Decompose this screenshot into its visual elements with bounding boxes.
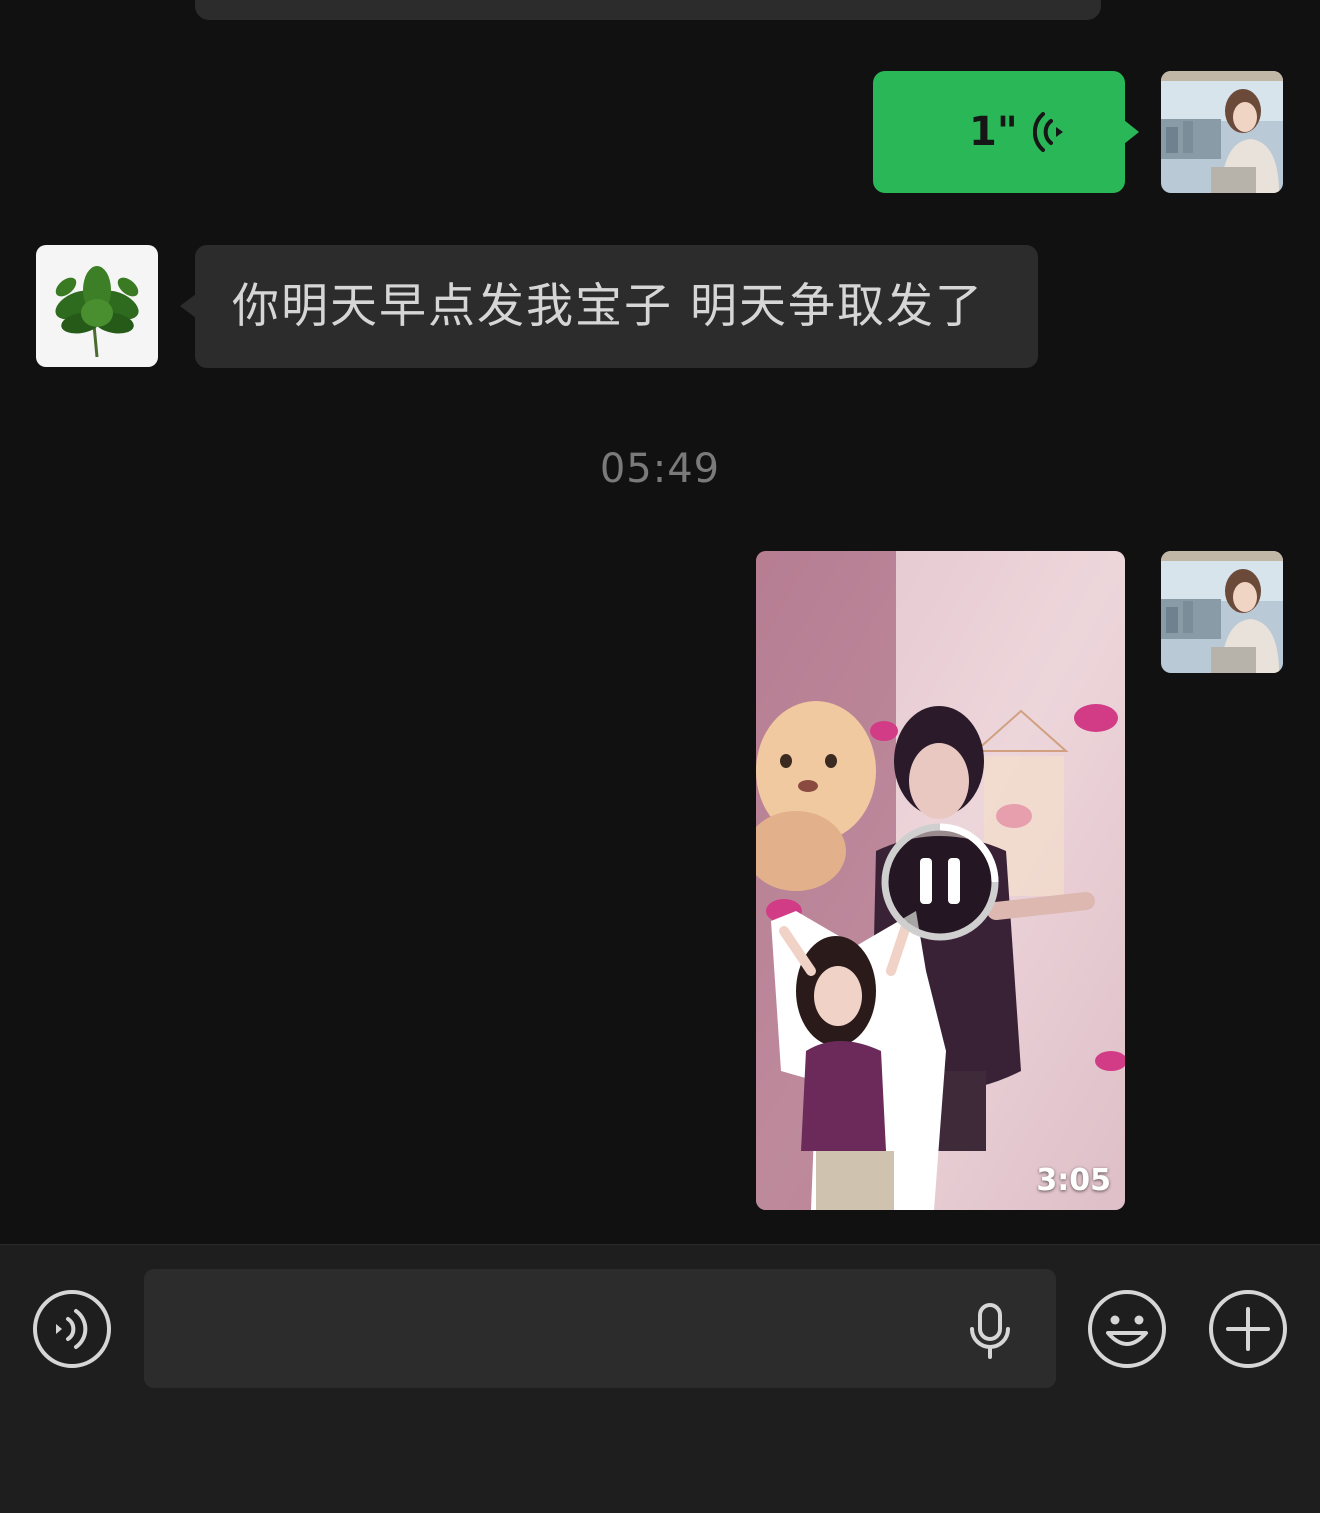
message-text: 你明天早点发我宝子 明天争取发了 bbox=[232, 279, 984, 334]
voice-duration: 1" bbox=[969, 109, 1018, 155]
message-timestamp: 05:49 bbox=[599, 446, 721, 492]
my-avatar[interactable] bbox=[1161, 551, 1283, 673]
my-avatar[interactable] bbox=[1161, 71, 1283, 193]
message-input[interactable] bbox=[144, 1269, 1056, 1388]
smiley-icon[interactable] bbox=[1087, 1289, 1167, 1369]
voice-wave-icon bbox=[1033, 112, 1063, 152]
contact-avatar[interactable] bbox=[36, 245, 158, 367]
message-bubble-partial[interactable] bbox=[195, 0, 1101, 20]
plus-icon[interactable] bbox=[1208, 1289, 1288, 1369]
text-message-bubble[interactable]: 你明天早点发我宝子 明天争取发了 bbox=[180, 245, 1038, 368]
video-duration: 3:05 bbox=[1036, 1163, 1111, 1198]
voice-message-bubble[interactable]: 1" bbox=[873, 71, 1139, 193]
chat-screen: 1" 你明天早点发我宝子 明天争取发了 05:49 3:05 bbox=[0, 0, 1320, 1513]
mic-icon[interactable] bbox=[966, 1303, 1014, 1359]
message-list[interactable]: 1" 你明天早点发我宝子 明天争取发了 05:49 3:05 bbox=[0, 0, 1320, 1244]
input-bar bbox=[0, 1244, 1320, 1513]
voice-wave-icon[interactable] bbox=[32, 1289, 112, 1369]
video-message[interactable]: 3:05 bbox=[756, 551, 1125, 1210]
pause-icon[interactable] bbox=[879, 821, 1001, 943]
